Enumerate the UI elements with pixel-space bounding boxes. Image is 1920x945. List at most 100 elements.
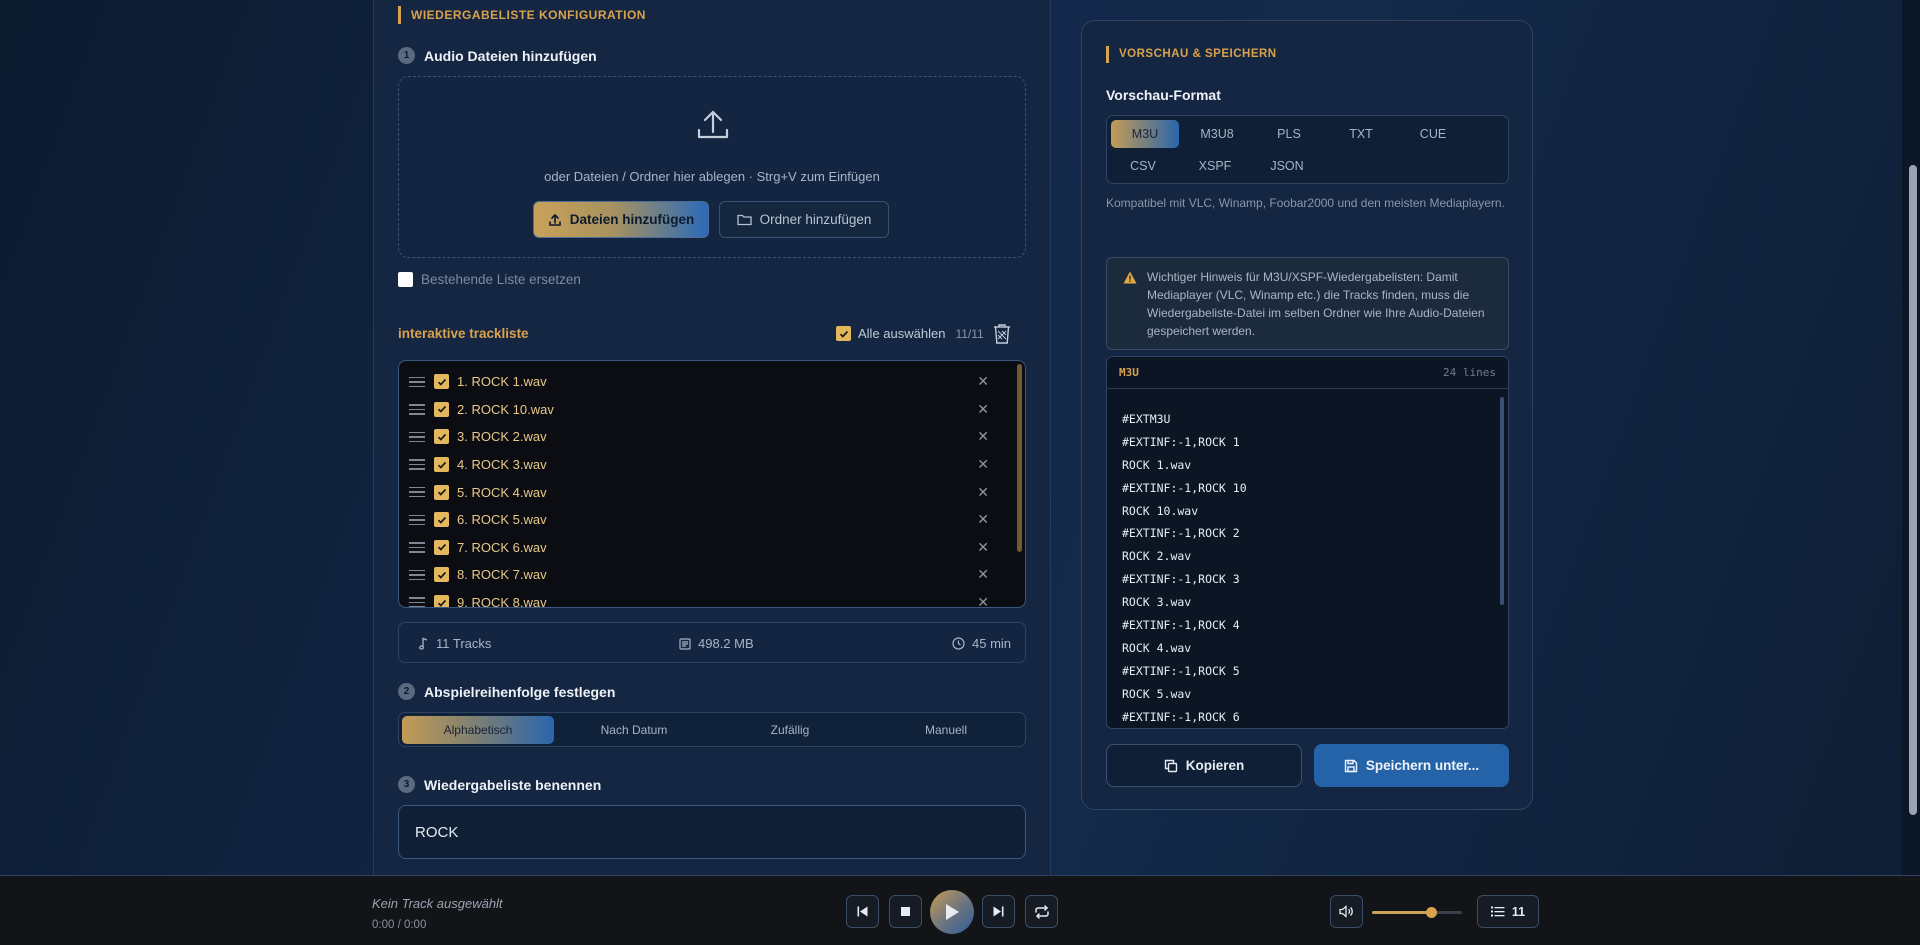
track-checkbox[interactable] (434, 484, 449, 500)
drag-handle-icon[interactable] (409, 542, 425, 553)
next-button[interactable] (982, 895, 1015, 928)
repeat-button[interactable] (1025, 895, 1058, 928)
drag-handle-icon[interactable] (409, 486, 425, 498)
order-alphabetical[interactable]: Alphabetisch (402, 716, 554, 744)
format-json[interactable]: JSON (1253, 152, 1321, 180)
track-name: 6. ROCK 5.wav (457, 512, 547, 528)
code-line: #EXTM3U (1122, 412, 1171, 426)
track-checkbox[interactable] (434, 539, 449, 555)
queue-button[interactable]: 11 (1477, 895, 1539, 928)
dropzone[interactable]: oder Dateien / Ordner hier ablegen · Str… (398, 76, 1026, 258)
track-row[interactable]: 3. ROCK 2.wav ✕ (399, 423, 1009, 451)
track-row[interactable]: 9. ROCK 8.wav ✕ (399, 589, 1009, 607)
stat-duration: 45 min (952, 623, 1011, 664)
order-manual[interactable]: Manuell (870, 716, 1022, 744)
upload-small-icon (548, 213, 561, 226)
now-playing-text: Kein Track ausgewählt (372, 896, 503, 911)
track-checkbox[interactable] (434, 595, 449, 607)
config-section-title: WIEDERGABELISTE KONFIGURATION (398, 6, 646, 24)
tracklist[interactable]: 1. ROCK 1.wav ✕ 2. ROCK 10.wav ✕ 3. ROCK 2.w… (398, 360, 1026, 608)
track-row[interactable]: 1. ROCK 1.wav ✕ (399, 368, 1009, 396)
format-xspf[interactable]: XSPF (1181, 152, 1249, 180)
track-row[interactable]: 6. ROCK 5.wav ✕ (399, 506, 1009, 534)
track-row[interactable]: 2. ROCK 10.wav ✕ (399, 396, 1009, 424)
track-checkbox[interactable] (434, 401, 449, 417)
previous-button[interactable] (846, 895, 879, 928)
code-line: #EXTINF:-1,ROCK 5 (1122, 663, 1240, 678)
remove-track-icon[interactable]: ✕ (977, 566, 989, 583)
select-all-option[interactable]: Alle auswählen 11/11 (836, 326, 984, 341)
format-m3u[interactable]: M3U (1111, 120, 1179, 148)
remove-track-icon[interactable]: ✕ (977, 511, 989, 528)
track-checkbox[interactable] (434, 567, 449, 583)
code-preview-scrollbar-thumb[interactable] (1500, 397, 1504, 605)
check-icon (437, 489, 446, 496)
replace-list-option[interactable]: Bestehende Liste ersetzen (398, 272, 581, 287)
track-checkbox[interactable] (434, 457, 449, 473)
remove-track-icon[interactable]: ✕ (977, 484, 989, 501)
add-files-button[interactable]: Dateien hinzufügen (533, 201, 709, 238)
format-m3u8[interactable]: M3U8 (1183, 120, 1251, 148)
tracklist-title: interaktive trackliste (398, 326, 529, 341)
remove-track-icon[interactable]: ✕ (977, 428, 989, 445)
remove-track-icon[interactable]: ✕ (977, 401, 989, 418)
drag-handle-icon[interactable] (409, 431, 425, 443)
track-checkbox[interactable] (434, 429, 449, 445)
format-txt[interactable]: TXT (1327, 120, 1395, 148)
track-name: 5. ROCK 4.wav (457, 484, 547, 500)
drag-handle-icon[interactable] (409, 569, 425, 581)
order-random[interactable]: Zufällig (714, 716, 866, 744)
volume-slider[interactable] (1372, 907, 1462, 918)
select-all-checkbox[interactable] (836, 326, 851, 341)
play-button[interactable] (930, 890, 974, 934)
track-name: 4. ROCK 3.wav (457, 457, 547, 473)
drag-handle-icon[interactable] (409, 597, 425, 607)
step-title: Audio Dateien hinzufügen (424, 47, 597, 64)
drag-handle-icon[interactable] (409, 376, 425, 387)
check-icon (437, 599, 446, 607)
step-number: 1 (398, 47, 415, 64)
drag-handle-icon[interactable] (409, 514, 425, 525)
copy-button[interactable]: Kopieren (1106, 744, 1302, 787)
tracklist-scrollbar-thumb[interactable] (1017, 364, 1022, 552)
trash-icon[interactable] (992, 323, 1012, 345)
track-row[interactable]: 4. ROCK 3.wav ✕ (399, 451, 1009, 479)
format-pls[interactable]: PLS (1255, 120, 1323, 148)
skip-forward-icon (993, 906, 1004, 917)
remove-track-icon[interactable]: ✕ (977, 539, 989, 556)
copy-icon (1164, 759, 1177, 772)
format-csv[interactable]: CSV (1109, 152, 1177, 180)
volume-knob[interactable] (1426, 907, 1438, 918)
stop-button[interactable] (889, 895, 922, 928)
save-as-button[interactable]: Speichern unter... (1314, 744, 1509, 787)
page-scrollbar-thumb[interactable] (1909, 165, 1917, 815)
format-cue[interactable]: CUE (1399, 120, 1467, 148)
code-line: ROCK 10.wav (1122, 503, 1199, 518)
order-by-date[interactable]: Nach Datum (558, 716, 710, 744)
code-line: ROCK 2.wav (1122, 549, 1192, 564)
storage-icon (679, 637, 691, 650)
check-icon (437, 516, 446, 524)
preview-panel: VORSCHAU & SPEICHERN Vorschau-Format M3U… (1081, 20, 1533, 810)
code-preview[interactable]: M3U 24 lines #EXTM3U #EXTINF:-1,ROCK 1 ROC… (1106, 356, 1509, 729)
check-icon (437, 571, 446, 579)
remove-track-icon[interactable]: ✕ (977, 373, 989, 390)
remove-track-icon[interactable]: ✕ (977, 594, 989, 607)
replace-list-checkbox[interactable] (398, 272, 413, 287)
volume-button[interactable] (1330, 895, 1363, 928)
playlist-name-input[interactable]: ROCK (398, 805, 1026, 859)
stat-tracks-value: 11 Tracks (436, 636, 492, 651)
track-checkbox[interactable] (434, 512, 449, 528)
add-folder-button[interactable]: Ordner hinzufügen (719, 201, 889, 238)
remove-track-icon[interactable]: ✕ (977, 456, 989, 473)
track-row[interactable]: 8. ROCK 7.wav ✕ (399, 561, 1009, 589)
drag-handle-icon[interactable] (409, 404, 425, 415)
drag-handle-icon[interactable] (409, 459, 425, 470)
config-panel: WIEDERGABELISTE KONFIGURATION 1 Audio Da… (373, 0, 1051, 875)
track-row[interactable]: 5. ROCK 4.wav ✕ (399, 478, 1009, 506)
format-selector: M3U M3U8 PLS TXT CUE CSV XSPF JSON (1106, 115, 1509, 184)
code-line: ROCK 1.wav (1122, 457, 1192, 472)
track-checkbox[interactable] (434, 374, 449, 390)
volume-fill (1372, 911, 1432, 914)
track-row[interactable]: 7. ROCK 6.wav ✕ (399, 534, 1009, 562)
